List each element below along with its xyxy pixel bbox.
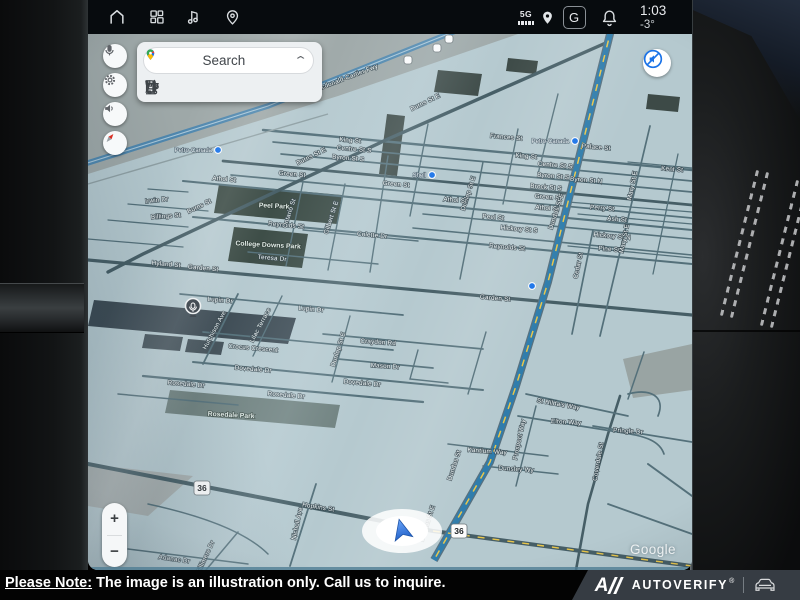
autoverify-logo-icon: A: [595, 576, 625, 595]
coffee-button[interactable]: [282, 78, 308, 100]
search-input[interactable]: Search ⌃: [143, 47, 314, 74]
disclaimer-body: The image is an illustration only. Call …: [92, 575, 445, 591]
restaurants-button[interactable]: [193, 78, 219, 100]
dashboard-right: [692, 0, 800, 570]
route-badge: [404, 56, 412, 64]
apps-grid-icon[interactable]: [143, 0, 171, 34]
poi-dot-icon[interactable]: [429, 172, 436, 179]
map-canvas[interactable]: Peel ParkCollege Downs ParkRosedale Park…: [88, 34, 692, 570]
route-badge: 36: [194, 481, 210, 495]
poi-label: Petro-Canada: [532, 139, 570, 145]
route-badge: 36: [451, 524, 467, 538]
bottom-bar: Please Note: The image is an illustratio…: [0, 570, 800, 600]
zoom-controls: + −: [102, 503, 127, 567]
poi-marker[interactable]: Shell: [413, 172, 436, 179]
poi-dot-icon[interactable]: [529, 283, 536, 290]
poi-label: Shell: [413, 173, 426, 179]
route-badge: [433, 44, 441, 52]
dashboard-left: [0, 0, 88, 570]
poi-dot-icon[interactable]: [572, 138, 579, 145]
profile-button[interactable]: G: [560, 0, 588, 34]
poi-dot-icon[interactable]: [215, 147, 222, 154]
navigation-map[interactable]: Peel ParkCollege Downs ParkRosedale Park…: [88, 34, 692, 570]
compass-button[interactable]: [103, 131, 127, 155]
registered-mark: ®: [729, 578, 734, 585]
category-row: [143, 78, 314, 100]
media-note-icon[interactable]: [180, 0, 208, 34]
zoom-out-button[interactable]: −: [102, 536, 127, 568]
leather-stitching: [770, 182, 800, 328]
route-badge-number: 36: [197, 483, 207, 493]
signal-bars-icon: [518, 21, 535, 25]
car-icon: [753, 576, 777, 594]
google-maps-pin-icon: [144, 48, 157, 61]
temperature-label: -3°: [640, 19, 666, 32]
badge-divider: [743, 577, 744, 593]
dashboard-vent: [0, 283, 84, 333]
status-bar: 5G G 1:03 -3°: [88, 0, 692, 34]
leather-stitching: [760, 180, 799, 326]
voice-search-button[interactable]: [103, 44, 127, 68]
dashboard-pillar: [692, 0, 800, 120]
home-icon[interactable]: [103, 0, 131, 34]
dashboard-seam: [692, 330, 800, 332]
route-badge-number: 36: [454, 526, 464, 536]
autoverify-badge: A AUTOVERIFY®: [572, 570, 800, 600]
leather-stitching: [720, 170, 759, 316]
route-badge: [445, 35, 453, 43]
clock-widget: 1:03 -3°: [640, 3, 666, 32]
disclaimer-prefix: Please Note:: [5, 575, 92, 591]
autoverify-name: AUTOVERIFY: [632, 578, 728, 592]
infotainment-screen: 5G G 1:03 -3°: [88, 0, 692, 570]
network-label: 5G: [520, 9, 532, 19]
location-status-icon: [533, 0, 561, 34]
disclaimer-text: Please Note: The image is an illustratio…: [5, 575, 445, 591]
current-location-marker[interactable]: [362, 509, 442, 553]
poi-marker[interactable]: [529, 283, 536, 290]
poi-label: Petro-Canada: [175, 148, 213, 154]
google-attribution: Google: [630, 542, 676, 557]
settings-button[interactable]: [103, 73, 127, 97]
notifications-bell-icon[interactable]: [595, 0, 623, 34]
search-placeholder: Search: [152, 53, 296, 68]
shopping-button[interactable]: [238, 78, 264, 100]
chevron-up-icon[interactable]: ⌃: [293, 54, 308, 67]
map-pin-icon[interactable]: [218, 0, 246, 34]
time-label: 1:03: [640, 3, 666, 19]
zoom-in-button[interactable]: +: [102, 503, 127, 535]
search-panel: Search ⌃: [137, 42, 322, 102]
mute-guidance-button[interactable]: [643, 49, 671, 77]
profile-initial: G: [569, 10, 579, 25]
sound-button[interactable]: [103, 102, 127, 126]
